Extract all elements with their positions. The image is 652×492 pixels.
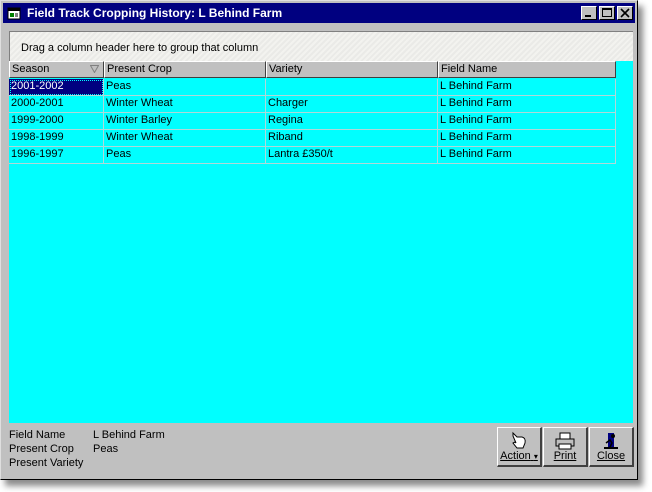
table-row[interactable]: 1998-1999 Winter Wheat Riband L Behind F… [9, 130, 616, 147]
cell-field-name[interactable]: L Behind Farm [438, 113, 616, 130]
close-button[interactable]: Close [589, 427, 634, 467]
cell-field-name[interactable]: L Behind Farm [438, 130, 616, 147]
cell-present-crop[interactable]: Peas [104, 147, 266, 164]
present-crop-label: Present Crop [9, 443, 74, 455]
dropdown-arrow-icon: ▾ [533, 452, 538, 461]
minimize-icon [585, 15, 591, 17]
table-row[interactable]: 2001-2002 Peas L Behind Farm [9, 79, 616, 96]
title-bar[interactable]: Field Track Cropping History: L Behind F… [3, 3, 635, 23]
cell-variety[interactable] [266, 79, 438, 96]
column-header-season[interactable]: Season [9, 61, 104, 78]
table-row[interactable]: 1996-1997 Peas Lantra £350/t L Behind Fa… [9, 147, 616, 164]
cell-variety[interactable]: Lantra £350/t [266, 147, 438, 164]
cropping-history-grid[interactable]: Season Present Crop Variety Field Name 2… [9, 61, 633, 423]
cropping-history-window: Field Track Cropping History: L Behind F… [0, 0, 638, 480]
minimize-button[interactable] [581, 6, 597, 20]
cell-season[interactable]: 1996-1997 [9, 147, 104, 164]
action-button[interactable]: Action ▾ [497, 427, 542, 467]
window-title: Field Track Cropping History: L Behind F… [27, 6, 283, 20]
cell-field-name[interactable]: L Behind Farm [438, 96, 616, 113]
exit-door-icon [604, 433, 618, 449]
group-by-hint: Drag a column header here to group that … [21, 42, 259, 54]
cell-present-crop[interactable]: Winter Barley [104, 113, 266, 130]
cell-season[interactable]: 2001-2002 [9, 79, 104, 96]
cell-present-crop[interactable]: Peas [104, 79, 266, 96]
cell-field-name[interactable]: L Behind Farm [438, 147, 616, 164]
printer-icon [555, 432, 575, 450]
cell-present-crop[interactable]: Winter Wheat [104, 96, 266, 113]
present-crop-value: Peas [93, 443, 119, 455]
column-header-present-crop[interactable]: Present Crop [104, 61, 266, 78]
table-row[interactable]: 1999-2000 Winter Barley Regina L Behind … [9, 113, 616, 130]
column-header-variety[interactable]: Variety [266, 61, 438, 78]
print-button[interactable]: Print [543, 427, 588, 467]
sort-triangle-icon [90, 65, 99, 73]
cell-season[interactable]: 1999-2000 [9, 113, 104, 130]
field-name-label: Field Name [9, 429, 66, 441]
column-header-field-name[interactable]: Field Name [438, 61, 616, 78]
cell-present-crop[interactable]: Winter Wheat [104, 130, 266, 147]
close-window-button[interactable] [617, 6, 633, 20]
cell-variety[interactable]: Riband [266, 130, 438, 147]
hand-pointer-icon [512, 431, 526, 449]
maximize-icon [602, 8, 612, 17]
maximize-button[interactable] [599, 6, 615, 20]
cell-field-name[interactable]: L Behind Farm [438, 79, 616, 96]
cell-season[interactable]: 1998-1999 [9, 130, 104, 147]
cell-season[interactable]: 2000-2001 [9, 96, 104, 113]
cell-variety[interactable]: Regina [266, 113, 438, 130]
close-icon [620, 8, 630, 18]
field-name-value: L Behind Farm [93, 429, 165, 441]
present-variety-label: Present Variety [9, 457, 84, 469]
app-icon [7, 6, 21, 20]
table-row[interactable]: 2000-2001 Winter Wheat Charger L Behind … [9, 96, 616, 113]
group-by-area[interactable]: Drag a column header here to group that … [9, 31, 633, 61]
cell-variety[interactable]: Charger [266, 96, 438, 113]
